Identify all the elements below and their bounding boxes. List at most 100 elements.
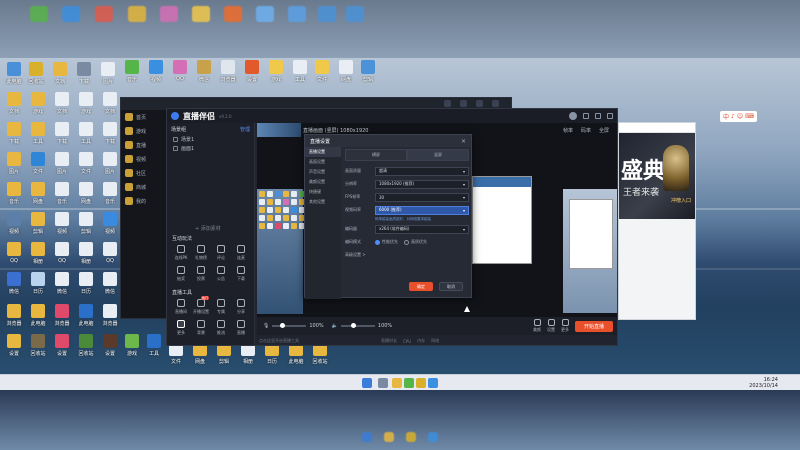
- desktop-icon[interactable]: 设置: [4, 334, 24, 360]
- desktop-icon[interactable]: 回收站: [76, 334, 96, 360]
- mic-icon[interactable]: 🎙: [263, 323, 269, 329]
- source-item[interactable]: 画面1: [167, 144, 254, 153]
- desktop-icon[interactable]: 微信: [194, 60, 214, 86]
- ime-mode-icon[interactable]: 中: [723, 112, 729, 121]
- desktop-icon[interactable]: 游戏: [28, 92, 48, 118]
- desktop-icon[interactable]: 文件: [28, 152, 48, 178]
- desktop-icon[interactable]: 浏览器: [218, 60, 238, 86]
- tool-stream[interactable]: 推流: [211, 320, 231, 336]
- speaker-icon[interactable]: 🔈: [332, 323, 338, 329]
- settings-button[interactable]: 设置: [547, 319, 555, 333]
- desktop-icon[interactable]: 网盘: [76, 182, 96, 208]
- close-icon[interactable]: ×: [461, 138, 466, 145]
- app-icon[interactable]: [416, 378, 426, 388]
- quality-select[interactable]: 超清 ▾: [375, 166, 469, 176]
- desktop-icon[interactable]: QQ: [100, 242, 120, 268]
- desktop-icon[interactable]: 视频: [146, 60, 166, 86]
- launcher-nav-item[interactable]: 首页: [121, 110, 166, 124]
- desktop-icon[interactable]: 网盘: [28, 182, 48, 208]
- desktop-icon[interactable]: 音乐: [100, 182, 120, 208]
- desktop-icon[interactable]: 文档: [50, 62, 70, 88]
- source-item[interactable]: 场景1: [167, 135, 254, 144]
- tool-live[interactable]: 直播: [231, 320, 251, 336]
- manage-link[interactable]: 管理: [240, 126, 250, 133]
- tool-live-settings[interactable]: 开播设置 热门: [191, 296, 211, 315]
- minimize-icon[interactable]: [595, 113, 601, 119]
- desktop-icon[interactable]: 设置: [52, 334, 72, 360]
- close-icon[interactable]: [607, 113, 613, 119]
- speaker-slider[interactable]: [340, 323, 375, 328]
- desktop-icon[interactable]: 日历: [76, 272, 96, 298]
- dialog-nav-item[interactable]: 直播设置: [305, 147, 341, 157]
- tool-mic-link[interactable]: 连麦: [231, 245, 251, 261]
- desktop-icon[interactable]: 浏览器: [52, 304, 72, 330]
- explorer-icon[interactable]: [392, 378, 402, 388]
- checkbox-icon[interactable]: [173, 137, 178, 142]
- desktop-icon[interactable]: 回收站: [26, 62, 46, 88]
- desktop-icon[interactable]: 图片: [98, 62, 118, 88]
- tool-vote[interactable]: 投票: [191, 266, 211, 282]
- desktop-icon[interactable]: 图片: [52, 152, 72, 178]
- desktop-icon[interactable]: 微信: [4, 272, 24, 298]
- desktop-icon[interactable]: 工具: [144, 334, 164, 360]
- avatar[interactable]: [569, 112, 577, 120]
- go-live-button[interactable]: 开始直播: [575, 320, 613, 332]
- desktop-icon[interactable]: 日历: [28, 272, 48, 298]
- desktop-icon[interactable]: 游戏: [122, 334, 142, 360]
- desktop-icon[interactable]: 网盘: [336, 60, 356, 86]
- tool-lottery[interactable]: 抽奖: [171, 266, 191, 282]
- fps-select[interactable]: 30 ▾: [375, 192, 469, 202]
- desktop-icon[interactable]: 此电脑: [76, 304, 96, 330]
- app-icon[interactable]: [428, 378, 438, 388]
- dialog-nav-item[interactable]: 声音设置: [305, 167, 341, 177]
- search-icon[interactable]: [378, 378, 388, 388]
- desktop-icon[interactable]: 工具: [290, 60, 310, 86]
- desktop-icon[interactable]: 相册: [76, 242, 96, 268]
- desktop-icon[interactable]: 工具: [28, 122, 48, 148]
- start-icon[interactable]: [362, 378, 372, 388]
- radio-performance[interactable]: 性能优先: [375, 239, 398, 245]
- desktop-icon[interactable]: 文档: [4, 92, 24, 118]
- advanced-settings-link[interactable]: 高级设置 >: [345, 252, 375, 258]
- app-icon[interactable]: [404, 378, 414, 388]
- launcher-nav-item[interactable]: 商城: [121, 180, 166, 194]
- desktop-icon[interactable]: 视频: [52, 212, 72, 238]
- desktop-icon[interactable]: 此电脑: [4, 62, 24, 88]
- desktop-icon[interactable]: 剪辑: [76, 212, 96, 238]
- live-settings-dialog[interactable]: 直播设置 × 直播设置 画面设置 声音设置 美颜设置 快捷键 其他设置 横屏 竖…: [304, 134, 472, 299]
- desktop-icon[interactable]: 音乐: [122, 60, 142, 86]
- desktop-icon[interactable]: 剪辑: [28, 212, 48, 238]
- dialog-nav-item[interactable]: 快捷键: [305, 187, 341, 197]
- desktop-icon[interactable]: 微信: [100, 272, 120, 298]
- tool-pk[interactable]: 连线PK: [171, 245, 191, 261]
- encoder-select[interactable]: x264 (软件编码) ▾: [375, 224, 469, 234]
- tool-notice[interactable]: 公告: [211, 266, 231, 282]
- launcher-nav-item[interactable]: 我的: [121, 194, 166, 208]
- desktop-icon[interactable]: 浏览器: [100, 304, 120, 330]
- desktop-icon[interactable]: 视频: [100, 212, 120, 238]
- stream-app-titlebar[interactable]: 直播伴侣 v9.2.0: [167, 109, 617, 123]
- beauty-button[interactable]: 美颜: [533, 319, 541, 333]
- bitrate-select[interactable]: 6000 (推荐) ▾: [375, 205, 469, 215]
- radio-quality[interactable]: 画质优先: [404, 239, 427, 245]
- launcher-nav-item[interactable]: 视频: [121, 152, 166, 166]
- tool-background[interactable]: 背景: [191, 320, 211, 336]
- menu-icon[interactable]: [583, 113, 589, 119]
- ime-toolbar[interactable]: 中 ♪ ☺ ⌨: [720, 111, 757, 122]
- desktop-icon[interactable]: QQ: [4, 242, 24, 268]
- desktop-icon[interactable]: 下载: [100, 122, 120, 148]
- tool-share[interactable]: 分享: [231, 299, 251, 315]
- desktop-icon[interactable]: QQ: [52, 242, 72, 268]
- desktop-icon[interactable]: 设置: [100, 334, 120, 360]
- ime-voice-icon[interactable]: ♪: [731, 113, 735, 120]
- banner-tag[interactable]: 冲榜入口: [671, 197, 691, 204]
- desktop-icon[interactable]: 游戏: [76, 92, 96, 118]
- scene-group-label[interactable]: 场景组: [171, 126, 186, 133]
- cancel-button[interactable]: 取消: [439, 282, 463, 291]
- browser-window[interactable]: 盛典 王者来袭 冲榜入口: [618, 122, 696, 320]
- tool-more[interactable]: 更多: [171, 320, 191, 336]
- dialog-nav-item[interactable]: 美颜设置: [305, 177, 341, 187]
- desktop-icon[interactable]: 游戏: [266, 60, 286, 86]
- desktop-icon[interactable]: 音乐: [4, 182, 24, 208]
- add-source-button[interactable]: + 添加素材: [195, 225, 221, 232]
